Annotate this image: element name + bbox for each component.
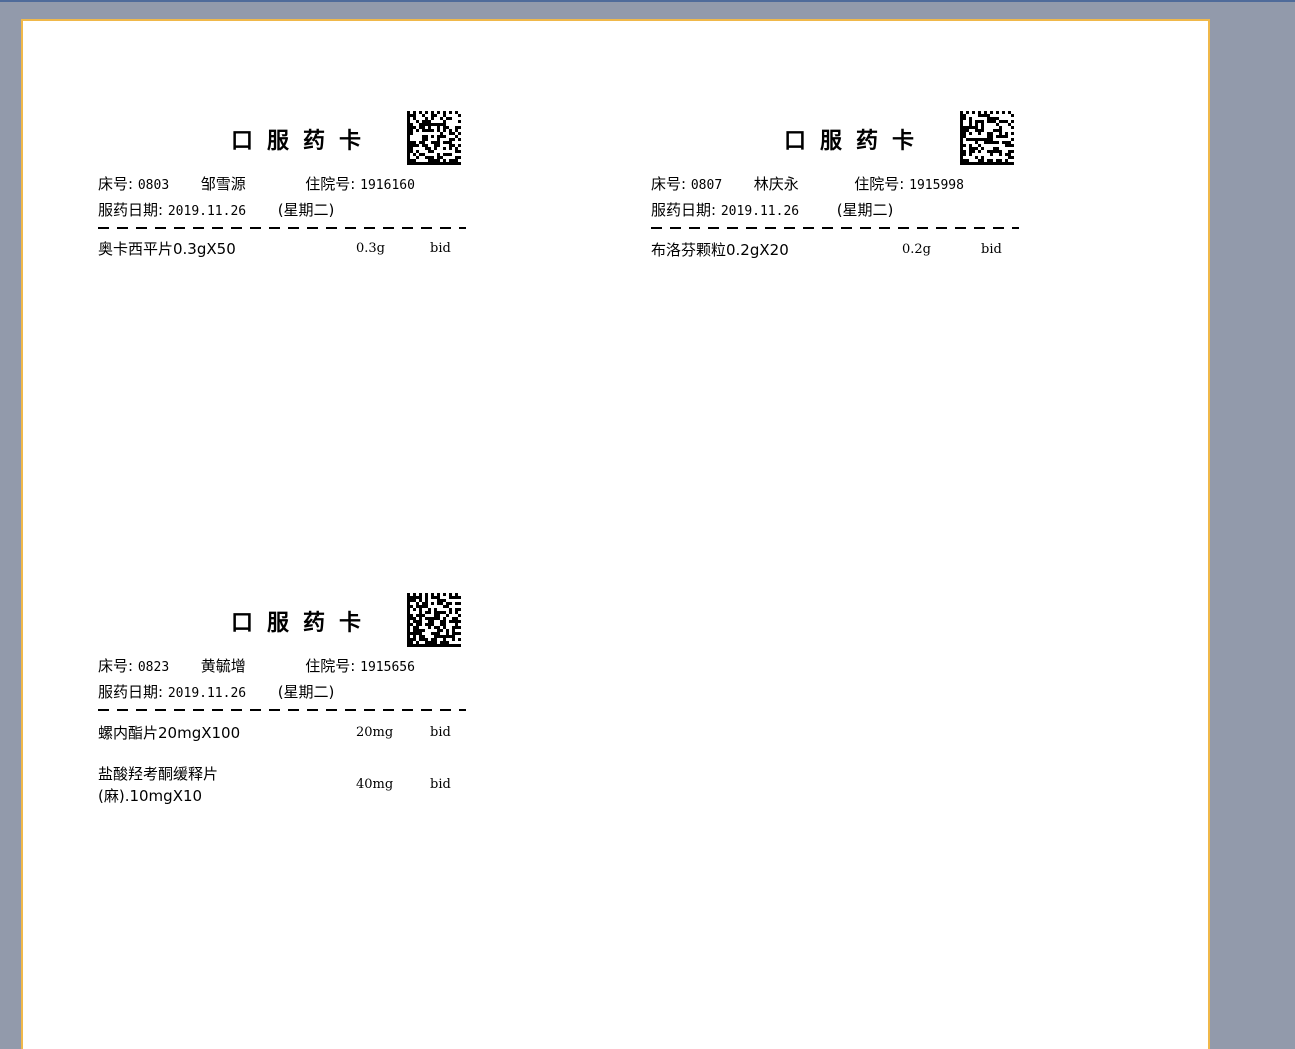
qr-code-icon (407, 593, 461, 647)
date-row: 服药日期: 2019.11.26 (星期二) (98, 199, 334, 220)
card-title: 口服药卡 (231, 128, 376, 154)
hospital-number-label: 住院号: (305, 175, 356, 193)
medication-dose: 0.3g (356, 241, 385, 256)
date-label: 服药日期: (98, 201, 164, 219)
medication-name: 布洛芬颗粒0.2gX20 (651, 241, 789, 259)
card-title: 口服药卡 (784, 128, 929, 154)
bed-label: 床号: (651, 175, 687, 193)
qr-code-icon (960, 111, 1014, 165)
medication-row: 盐酸羟考酮缓释片 (麻).10mgX10 40mg bid (98, 764, 466, 808)
medication-name: 盐酸羟考酮缓释片 (98, 765, 219, 783)
medication-frequency: bid (430, 777, 451, 792)
bed-number: 0803 (137, 178, 170, 193)
patient-name: 邹雪源 (200, 175, 246, 193)
hospital-number-label: 住院号: (305, 657, 356, 675)
bed-number: 0807 (690, 178, 723, 193)
medication-dose: 0.2g (902, 242, 931, 257)
hospital-number: 1915998 (909, 178, 964, 193)
weekday: (星期二) (836, 201, 894, 219)
card-title: 口服药卡 (231, 610, 376, 636)
bed-label: 床号: (98, 175, 134, 193)
medication-frequency: bid (430, 725, 451, 740)
medication-dose: 20mg (356, 725, 394, 740)
dashed-divider (651, 227, 1019, 229)
date-value: 2019.11.26 (167, 204, 247, 219)
date-label: 服药日期: (98, 683, 164, 701)
date-row: 服药日期: 2019.11.26 (星期二) (98, 681, 334, 702)
weekday: (星期二) (277, 683, 335, 701)
date-value: 2019.11.26 (167, 686, 247, 701)
patient-name: 林庆永 (753, 175, 799, 193)
date-value: 2019.11.26 (720, 204, 800, 219)
medication-card: 口服药卡 床号: 0803 邹雪源 住院号: 1916160 服药日期: 201… (98, 111, 470, 341)
window-top-border (0, 0, 1295, 2)
bed-row: 床号: 0807 林庆永 住院号: 1915998 (651, 173, 964, 194)
medication-card: 口服药卡 床号: 0823 黄毓增 住院号: 1915656 服药日期: 201… (98, 593, 470, 853)
medication-frequency: bid (981, 242, 1002, 257)
dashed-divider (98, 227, 466, 229)
dashed-divider (98, 709, 466, 711)
medication-dose: 40mg (356, 777, 394, 792)
qr-code-icon (407, 111, 461, 165)
patient-name: 黄毓增 (200, 657, 246, 675)
print-preview-page: 口服药卡 床号: 0803 邹雪源 住院号: 1916160 服药日期: 201… (21, 19, 1210, 1049)
bed-label: 床号: (98, 657, 134, 675)
medication-name: 螺内酯片20mgX100 (98, 724, 241, 742)
date-label: 服药日期: (651, 201, 717, 219)
hospital-number: 1916160 (360, 178, 415, 193)
date-row: 服药日期: 2019.11.26 (星期二) (651, 199, 893, 220)
hospital-number: 1915656 (360, 660, 415, 675)
bed-number: 0823 (137, 660, 170, 675)
medication-name: 奥卡西平片0.3gX50 (98, 240, 236, 258)
medication-name-continued: (麻).10mgX10 (98, 787, 203, 805)
bed-row: 床号: 0803 邹雪源 住院号: 1916160 (98, 173, 415, 194)
hospital-number-label: 住院号: (854, 175, 905, 193)
medication-frequency: bid (430, 241, 451, 256)
weekday: (星期二) (277, 201, 335, 219)
bed-row: 床号: 0823 黄毓增 住院号: 1915656 (98, 655, 415, 676)
medication-card: 口服药卡 床号: 0807 林庆永 住院号: 1915998 服药日期: 201… (651, 111, 1023, 341)
